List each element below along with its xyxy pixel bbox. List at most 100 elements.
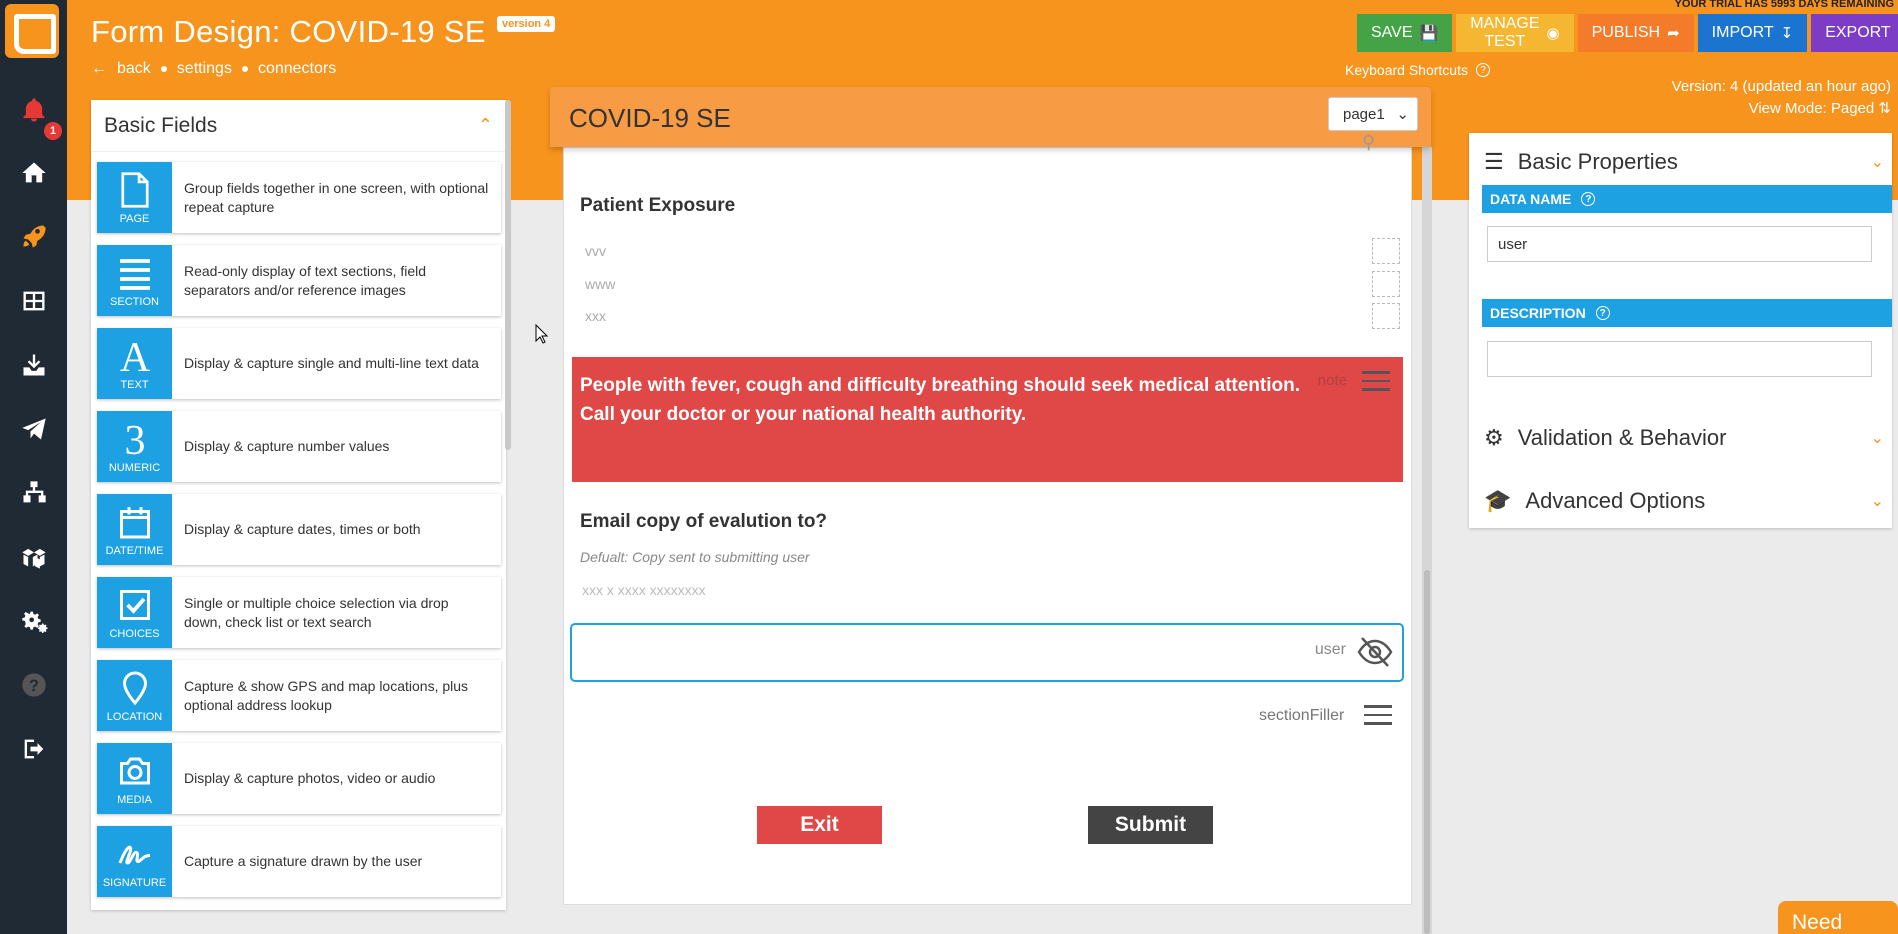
field-item-text[interactable]: A TEXT Display & capture single and mult… [97, 328, 501, 399]
publish-button[interactable]: PUBLISH ➦ [1577, 14, 1694, 52]
field-item-signature[interactable]: SIGNATURE Capture a signature drawn by t… [97, 826, 501, 897]
list-icon: ☰ [1484, 149, 1504, 174]
field-tag: user [1314, 641, 1346, 658]
field-description: Single or multiple choice selection via … [184, 594, 449, 630]
option-row[interactable]: xxx [585, 303, 1400, 329]
advanced-title-group: 🎓 Advanced Options [1484, 488, 1705, 514]
sitemap-icon[interactable] [0, 473, 67, 513]
separator-dot [160, 66, 167, 72]
import-button[interactable]: IMPORT ↧ [1697, 14, 1808, 52]
text-icon: A [119, 337, 150, 375]
submit-button[interactable]: Submit [1088, 806, 1213, 844]
preview-scrollbar-thumb[interactable] [1424, 570, 1430, 934]
search-icon[interactable]: ⚲ [1362, 132, 1375, 153]
gears-icon[interactable] [0, 601, 67, 641]
view-mode-toggle[interactable]: View Mode: Paged ⇅ [1672, 98, 1891, 120]
app-logo[interactable] [5, 4, 59, 58]
description-label: DESCRIPTION ? [1482, 299, 1892, 327]
back-arrow-icon[interactable]: ← [91, 60, 107, 78]
field-label: MEDIA [117, 793, 152, 806]
breadcrumb: ← back settings connectors [91, 60, 336, 78]
data-name-input[interactable]: user [1487, 226, 1872, 262]
field-item-choices[interactable]: CHOICES Single or multiple choice select… [97, 577, 501, 648]
chevron-up-icon[interactable]: ⌃ [478, 115, 493, 136]
field-item-page[interactable]: PAGE Group fields together in one screen… [97, 162, 501, 233]
export-button[interactable]: EXPORT ↥ [1811, 14, 1898, 52]
chevron-down-icon[interactable]: ⌄ [1871, 152, 1884, 172]
option-checkbox[interactable] [1372, 238, 1400, 264]
settings-link[interactable]: settings [177, 60, 232, 78]
email-question-title: Email copy of evalution to? [580, 511, 828, 532]
connectors-link[interactable]: connectors [258, 60, 336, 78]
question-icon[interactable]: ? [1595, 306, 1610, 320]
description-label-text: DESCRIPTION [1490, 305, 1586, 321]
svg-text:3: 3 [124, 420, 145, 458]
page-select[interactable]: page1 ⌄ [1328, 97, 1418, 131]
field-icon-tile: DATE/TIME [97, 494, 172, 565]
advanced-options-header[interactable]: 🎓 Advanced Options ⌄ [1484, 483, 1884, 519]
note-section[interactable]: People with fever, cough and difficulty … [572, 357, 1403, 482]
option-checkbox[interactable] [1372, 271, 1400, 297]
rocket-icon[interactable] [0, 216, 67, 256]
field-item-section[interactable]: SECTION Read-only display of text sectio… [97, 245, 501, 316]
field-icon-tile: PAGE [97, 162, 172, 233]
basic-properties-title: Basic Properties [1517, 149, 1678, 174]
note-line-2: Call your doctor or your national health… [580, 404, 1027, 425]
form-title: COVID-19 SE [569, 103, 731, 133]
field-item-datetime[interactable]: DATE/TIME Display & capture dates, times… [97, 494, 501, 565]
field-description: Read-only display of text sections, fiel… [184, 262, 427, 298]
download-tray-icon[interactable] [0, 345, 67, 385]
form-preview-header: COVID-19 SE page1 ⌄ [550, 87, 1431, 147]
exit-button[interactable]: Exit [757, 806, 882, 844]
patient-exposure-title: Patient Exposure [580, 195, 736, 216]
field-item-media[interactable]: MEDIA Display & capture photos, video or… [97, 743, 501, 814]
numeric-icon: 3 [124, 420, 145, 458]
drag-handle-icon[interactable] [1364, 705, 1392, 727]
validation-behavior-header[interactable]: ⚙ Validation & Behavior ⌄ [1484, 420, 1884, 456]
email-field[interactable]: user [570, 623, 1404, 682]
paper-plane-icon[interactable] [0, 409, 67, 449]
question-icon[interactable]: ? [1581, 192, 1596, 206]
field-label: DATE/TIME [105, 544, 164, 557]
need-help-button[interactable]: Need Help [1778, 901, 1898, 934]
field-description: Display & capture single and multi-line … [184, 355, 479, 371]
option-row[interactable]: www [585, 271, 1400, 297]
question-icon: ? [1475, 63, 1490, 77]
data-name-label-text: DATA NAME [1490, 191, 1572, 207]
signature-icon [118, 845, 150, 865]
save-button[interactable]: SAVE 💾 [1357, 14, 1453, 52]
description-textarea[interactable] [1487, 341, 1872, 377]
field-icon-tile: A TEXT [97, 328, 172, 399]
basic-properties-header[interactable]: ☰ Basic Properties ⌄ [1484, 145, 1884, 179]
drag-handle-icon[interactable] [1362, 371, 1390, 393]
chevron-down-icon[interactable]: ⌄ [1871, 491, 1884, 511]
basic-fields-header[interactable]: Basic Fields ⌃ [91, 100, 506, 152]
field-description: Display & capture number values [184, 438, 390, 454]
notification-count-badge: 1 [44, 122, 62, 140]
target-icon: ◉ [1546, 25, 1560, 42]
page-select-value: page1 [1343, 105, 1385, 123]
field-label: PAGE [119, 212, 150, 225]
chevron-down-icon[interactable]: ⌄ [1871, 428, 1884, 448]
chevron-down-icon: ⌄ [1396, 106, 1409, 123]
field-icon-tile: SIGNATURE [97, 826, 172, 897]
option-row[interactable]: vvv [585, 238, 1400, 264]
fields-scrollbar[interactable] [505, 100, 511, 450]
keyboard-shortcuts-link[interactable]: Keyboard Shortcuts ? [1345, 62, 1490, 78]
back-link[interactable]: back [117, 60, 151, 78]
eye-slash-icon[interactable] [1356, 635, 1394, 674]
section-filler-label: sectionFiller [1259, 707, 1345, 724]
option-checkbox[interactable] [1372, 303, 1400, 329]
version-text: Version: 4 (updated an hour ago) [1671, 78, 1891, 95]
boxes-icon[interactable] [0, 537, 67, 577]
field-item-numeric[interactable]: 3 NUMERIC Display & capture number value… [97, 411, 501, 482]
keyboard-shortcuts-label: Keyboard Shortcuts [1345, 62, 1468, 78]
manage-test-button[interactable]: MANAGE TEST ◉ [1456, 14, 1574, 52]
field-item-location[interactable]: LOCATION Capture & show GPS and map loca… [97, 660, 501, 731]
graduation-cap-icon: 🎓 [1484, 488, 1512, 513]
validation-title: Validation & Behavior [1517, 425, 1727, 450]
dashboard-icon[interactable] [0, 281, 67, 321]
home-icon[interactable] [0, 153, 67, 193]
sign-out-icon[interactable] [0, 729, 67, 769]
help-circle-icon[interactable]: ? [0, 665, 67, 705]
